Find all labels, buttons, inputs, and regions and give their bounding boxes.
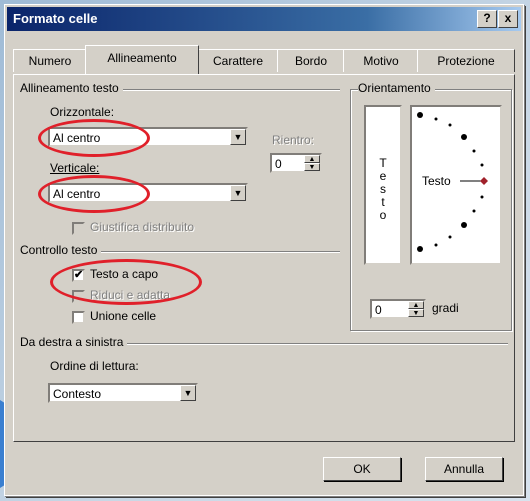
highlight-circle <box>38 175 150 213</box>
close-button[interactable]: x <box>498 10 518 28</box>
tab-protezione[interactable]: Protezione <box>417 49 515 72</box>
title-bar: Formato celle ? x <box>7 7 521 31</box>
vertical-text-char: o <box>379 208 387 222</box>
degrees-label: gradi <box>432 301 459 315</box>
vertical-text-box[interactable]: T e s t o <box>364 105 402 265</box>
chevron-down-icon[interactable]: ▼ <box>180 385 196 401</box>
spin-up-icon[interactable]: ▲ <box>408 301 424 309</box>
text-control-section-title: Controllo testo <box>20 243 102 257</box>
degrees-stepper[interactable]: 0 ▲ ▼ <box>370 299 426 319</box>
degrees-value: 0 <box>375 303 382 317</box>
dial-text: Testo <box>422 174 451 188</box>
alignment-section-title: Allineamento testo <box>20 81 123 95</box>
highlight-circle <box>38 119 150 157</box>
rtl-section-title: Da destra a sinistra <box>20 335 128 349</box>
format-cells-dialog: Formato celle ? x Numero Allineamento Ca… <box>4 4 524 496</box>
dialog-title: Formato celle <box>13 11 98 26</box>
chevron-down-icon[interactable]: ▼ <box>230 129 246 145</box>
tab-strip: Numero Allineamento Carattere Bordo Moti… <box>13 45 515 75</box>
tab-carattere[interactable]: Carattere <box>197 49 279 72</box>
orientation-dial[interactable]: Testo <box>410 105 502 265</box>
tab-numero[interactable]: Numero <box>13 49 87 72</box>
indent-stepper[interactable]: 0 ▲ ▼ <box>270 153 322 173</box>
highlight-circle <box>50 259 202 305</box>
tab-bordo[interactable]: Bordo <box>277 49 345 72</box>
justify-distributed-checkbox[interactable] <box>72 222 85 235</box>
merge-cells-checkbox[interactable] <box>72 311 85 324</box>
help-button[interactable]: ? <box>477 10 497 28</box>
vertical-label: Verticale: <box>50 161 100 175</box>
spin-down-icon[interactable]: ▼ <box>304 163 320 171</box>
chevron-down-icon[interactable]: ▼ <box>230 185 246 201</box>
reading-order-label: Ordine di lettura: <box>50 359 139 373</box>
reading-order-select[interactable]: Contesto ▼ <box>48 383 198 403</box>
tab-allineamento[interactable]: Allineamento <box>85 45 199 74</box>
ok-button[interactable]: OK <box>323 457 401 481</box>
merge-cells-label: Unione celle <box>90 309 157 323</box>
indent-value: 0 <box>275 157 282 171</box>
justify-distributed-label: Giustifica distribuito <box>90 220 195 234</box>
orientation-section-title: Orientamento <box>358 81 435 95</box>
spin-up-icon[interactable]: ▲ <box>304 155 320 163</box>
cancel-button[interactable]: Annulla <box>425 457 503 481</box>
reading-order-value: Contesto <box>53 387 102 401</box>
indent-label: Rientro: <box>272 133 315 147</box>
alignment-panel: Allineamento testo Orizzontale: Al centr… <box>13 74 515 442</box>
tab-motivo[interactable]: Motivo <box>343 49 419 72</box>
spin-down-icon[interactable]: ▼ <box>408 309 424 317</box>
horizontal-label: Orizzontale: <box>50 105 115 119</box>
